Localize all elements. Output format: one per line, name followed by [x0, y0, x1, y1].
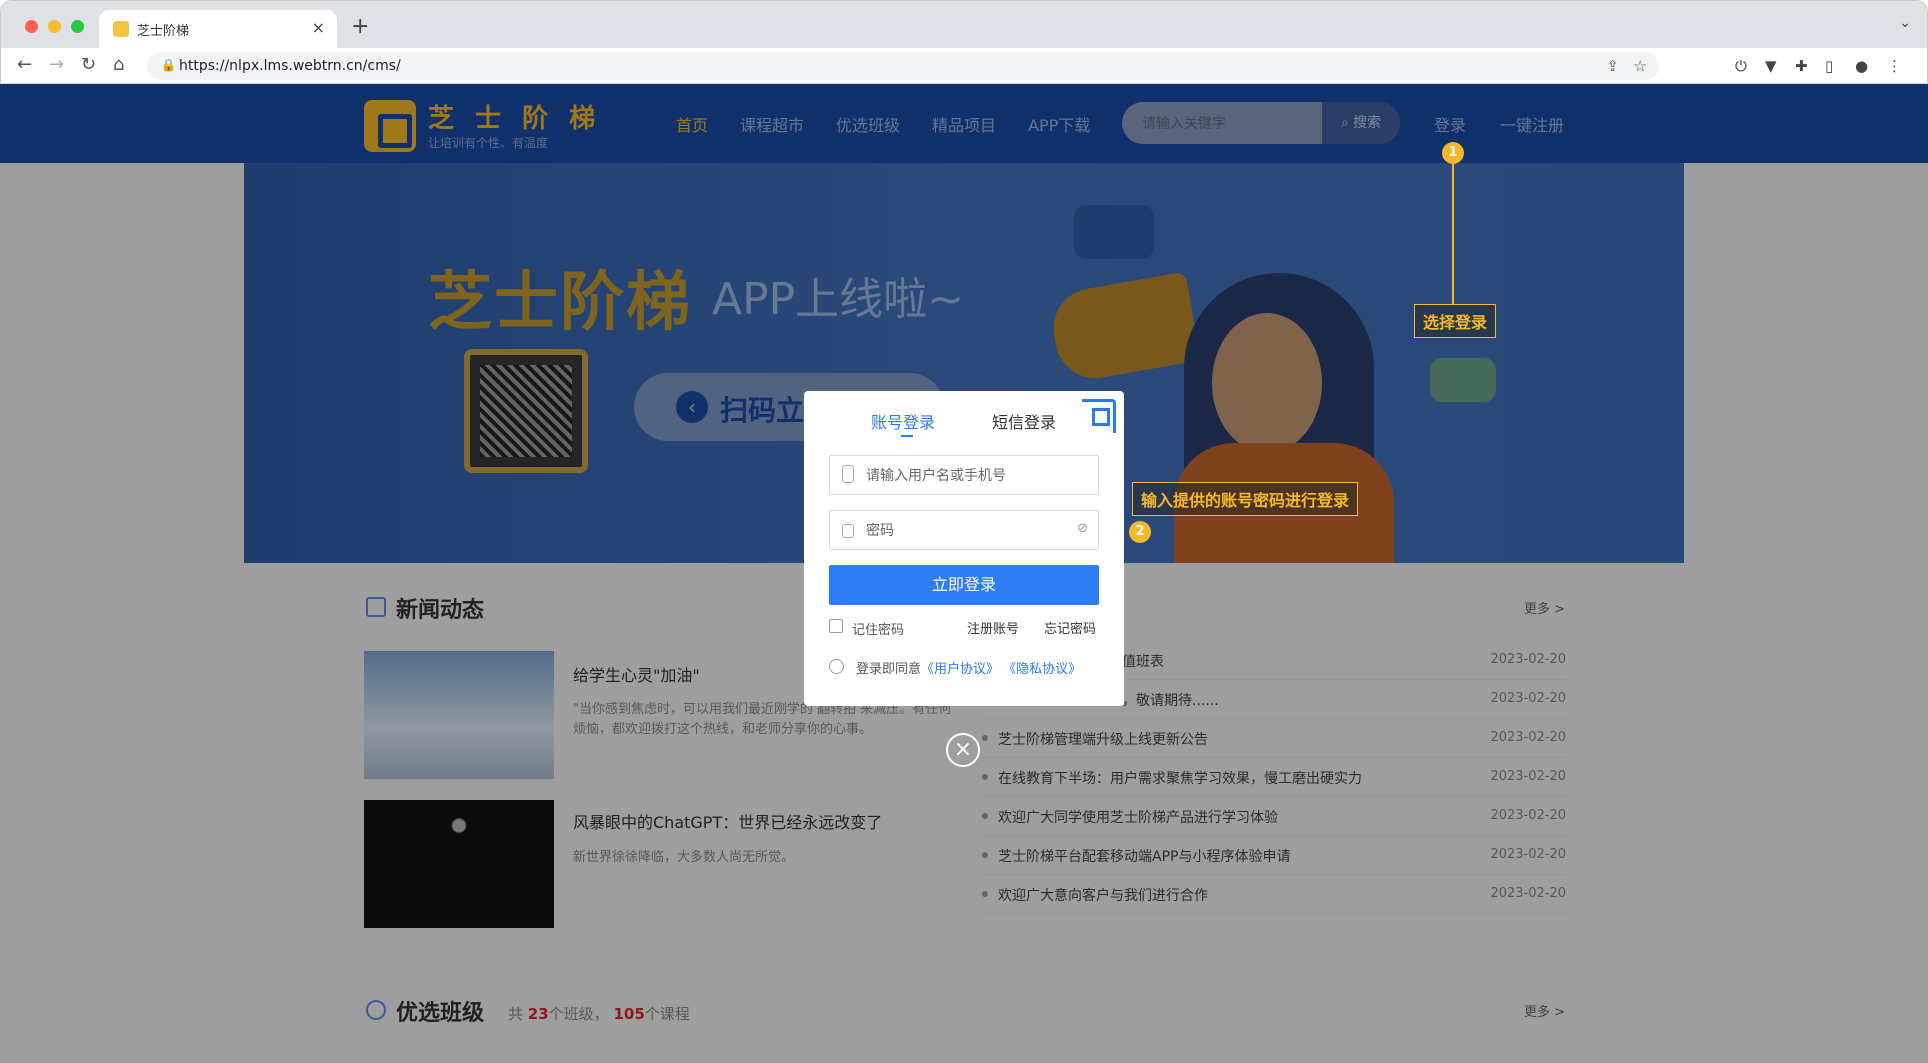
back-icon[interactable]: ← [17, 54, 32, 75]
step-1-label: 选择登录 [1414, 304, 1497, 338]
profile-avatar-icon[interactable]: ● [1855, 57, 1868, 75]
step-2-badge: 2 [1129, 521, 1151, 543]
eye-off-icon[interactable]: ⊘ [1077, 521, 1088, 536]
close-modal-icon[interactable]: × [946, 733, 980, 767]
minimize-window-button[interactable] [48, 20, 61, 33]
tab-strip: 芝士阶梯 × + ⌄ [1, 1, 1927, 48]
agreement-radio[interactable] [829, 659, 844, 674]
username-field [829, 455, 1099, 495]
lock-icon: 🔒 [161, 58, 176, 72]
active-tab-indicator [901, 435, 913, 437]
new-tab-icon[interactable]: + [351, 14, 369, 39]
forward-icon[interactable]: → [49, 54, 64, 75]
register-account-link[interactable]: 注册账号 [967, 618, 1019, 637]
agreement-prefix: 登录即同意 [856, 662, 922, 677]
step-2-label: 输入提供的账号密码进行登录 [1132, 482, 1359, 516]
browser-menu-icon[interactable]: ⋮ [1887, 57, 1902, 75]
reload-icon[interactable]: ↻ [81, 54, 96, 75]
remember-checkbox[interactable] [829, 619, 843, 633]
home-icon[interactable]: ⌂ [113, 54, 124, 75]
tab-sms-login[interactable]: 短信登录 [992, 409, 1056, 433]
password-input[interactable] [866, 511, 1066, 549]
tab-search-chevron-icon[interactable]: ⌄ [1899, 15, 1911, 31]
phone-icon [842, 465, 854, 483]
vue-extension-icon[interactable]: ▼ [1765, 57, 1777, 75]
forgot-password-link[interactable]: 忘记密码 [1044, 618, 1096, 637]
window-controls [25, 20, 84, 33]
tab-title: 芝士阶梯 [137, 24, 190, 39]
qr-login-icon[interactable] [1082, 399, 1116, 433]
power-extension-icon[interactable]: ⏻ [1735, 57, 1747, 75]
remember-label[interactable]: 记住密码 [852, 619, 904, 638]
close-window-button[interactable] [25, 20, 38, 33]
share-icon[interactable]: ⇪ [1606, 57, 1619, 75]
privacy-agreement-link[interactable]: 《隐私协议》 [1003, 662, 1081, 677]
step-1-badge: 1 [1442, 142, 1464, 164]
tab-account-login[interactable]: 账号登录 [871, 409, 935, 433]
password-field: ⊘ [829, 510, 1099, 550]
bookmark-star-icon[interactable]: ☆ [1634, 57, 1647, 75]
sidebar-icon[interactable]: ▯ [1825, 57, 1833, 75]
browser-toolbar: ← → ↻ ⌂ 🔒 https://nlpx.lms.webtrn.cn/cms… [1, 48, 1927, 84]
close-tab-icon[interactable]: × [312, 18, 325, 37]
extensions-puzzle-icon[interactable]: ✚ [1795, 57, 1808, 75]
login-submit-button[interactable]: 立即登录 [829, 565, 1099, 605]
username-input[interactable] [866, 456, 1066, 494]
address-bar[interactable]: 🔒 https://nlpx.lms.webtrn.cn/cms/ ⇪ ☆ [147, 52, 1659, 80]
lock-icon [842, 524, 854, 538]
user-agreement-link[interactable]: 《用户协议》 [921, 662, 999, 677]
login-modal: 账号登录 短信登录 ⊘ 立即登录 记住密码 注册账号 忘记密码 登录即同意《用户… [804, 391, 1124, 706]
favicon-icon [113, 21, 129, 37]
step-1-line [1452, 164, 1454, 304]
browser-tab[interactable]: 芝士阶梯 × [99, 10, 337, 48]
maximize-window-button[interactable] [71, 20, 84, 33]
agreement-text: 登录即同意《用户协议》 《隐私协议》 [856, 658, 1081, 677]
url-text[interactable]: https://nlpx.lms.webtrn.cn/cms/ [179, 58, 401, 74]
